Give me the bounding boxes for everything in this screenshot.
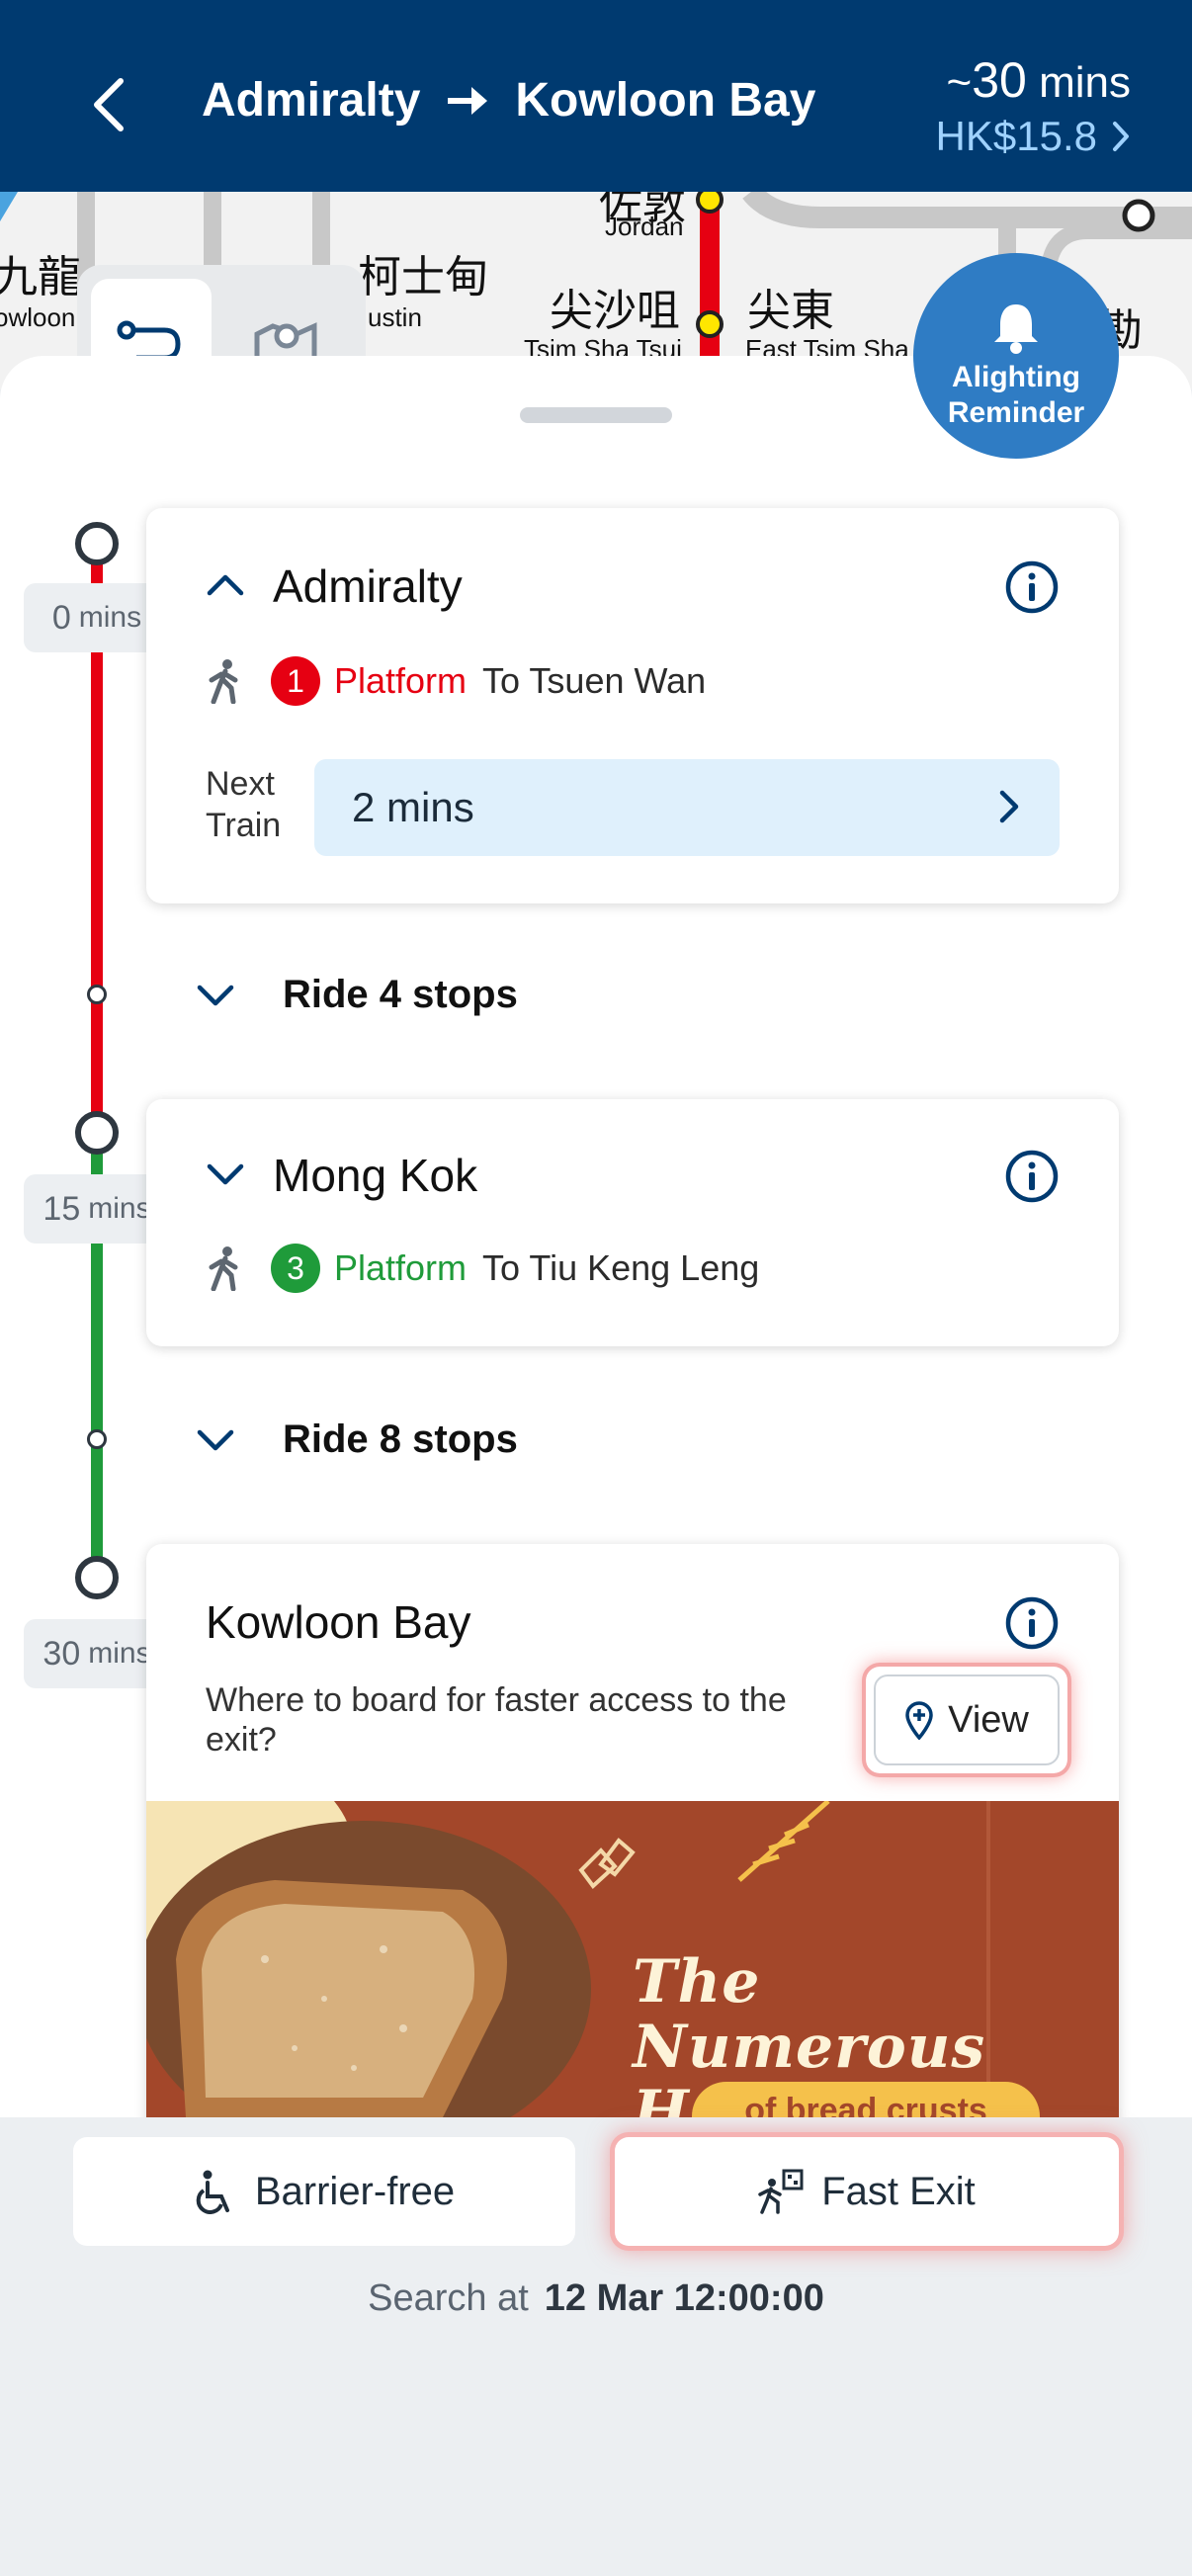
destination-station: Kowloon Bay (515, 74, 816, 127)
search-timestamp: Search at 12 Mar 12:00:00 (0, 2277, 1192, 2320)
ride-stops-toggle[interactable]: Ride 8 stops (196, 1417, 518, 1462)
platform-info: 1 Platform To Tsuen Wan (206, 656, 706, 706)
map-label-en: ustin (368, 302, 422, 332)
fast-exit-icon (758, 2169, 804, 2214)
ride-stops-label: Ride 8 stops (283, 1417, 518, 1461)
map-label-en: owloon (0, 302, 76, 332)
next-train-label: Next Train (206, 765, 282, 844)
wheelchair-icon (196, 2170, 229, 2214)
origin-station: Admiralty (202, 74, 421, 127)
chevron-right-icon (1113, 122, 1129, 151)
walking-person-icon (209, 659, 238, 704)
info-icon[interactable] (1004, 559, 1060, 615)
view-label: View (948, 1698, 1029, 1741)
map-label-cjk: 九龍 (0, 252, 81, 302)
bell-icon (994, 304, 1038, 354)
alighting-reminder-label: Alighting Reminder (947, 361, 1085, 429)
station-name: Admiralty (273, 560, 463, 612)
platform-number-badge: 3 (271, 1244, 320, 1293)
intermediate-stops-marker (87, 985, 107, 1004)
platform-number-badge: 1 (271, 656, 320, 706)
barrier-free-label: Barrier-free (254, 2169, 456, 2213)
station-name: Kowloon Bay (206, 1596, 471, 1648)
trip-summary[interactable]: ~30 mins HK$15.8 (936, 51, 1131, 160)
info-icon[interactable] (1004, 1149, 1060, 1204)
search-time: 12 Mar 12:00:00 (544, 2277, 824, 2319)
fast-exit-button[interactable]: Fast Exit (615, 2137, 1119, 2246)
direction-text: To Tiu Keng Leng (482, 1247, 760, 1288)
back-arrow-icon[interactable] (85, 75, 132, 134)
direction-text: To Tsuen Wan (482, 660, 707, 701)
alighting-reminder-button[interactable]: Alighting Reminder (913, 253, 1119, 459)
exit-question: Where to board for faster access to the … (206, 1681, 787, 1759)
station-card-admiralty: Admiralty 1 Platform To Tsuen Wan Next T… (146, 508, 1119, 903)
next-train-button[interactable]: 2 mins (314, 759, 1060, 856)
right-arrow-icon (448, 86, 488, 115)
chevron-down-icon (197, 1429, 234, 1450)
platform-info: 3 Platform To Tiu Keng Leng (206, 1244, 759, 1293)
ride-stops-toggle[interactable]: Ride 4 stops (196, 973, 518, 1017)
next-train-time: 2 mins (352, 784, 474, 830)
chevron-up-icon[interactable] (204, 569, 247, 599)
station-marker (75, 522, 119, 565)
map-label-cjk: 尖沙咀 (550, 286, 680, 336)
trip-duration: ~30 mins (946, 52, 1131, 108)
chevron-down-icon (197, 985, 234, 1005)
map-label-cjk: 柯士甸 (358, 252, 488, 302)
ride-stops-label: Ride 4 stops (283, 973, 518, 1016)
view-button[interactable]: View (874, 1674, 1060, 1765)
barrier-free-button[interactable]: Barrier-free (73, 2137, 575, 2246)
platform-label: Platform (334, 1247, 468, 1288)
search-label: Search at (368, 2277, 529, 2319)
info-icon[interactable] (1004, 1595, 1060, 1651)
journey-sheet: 0 mins 15 mins 30 mins Admiralty 1 Platform… (0, 356, 1192, 2117)
chevron-right-icon (999, 790, 1019, 823)
station-name: Mong Kok (273, 1150, 478, 1201)
station-card-mong-kok: Mong Kok 3 Platform To Tiu Keng Leng (146, 1099, 1119, 1346)
bottom-action-bar: Barrier-free Fast Exit Search at 12 Mar 1… (0, 2117, 1192, 2576)
intermediate-stops-marker (87, 1429, 107, 1449)
trip-fare[interactable]: HK$15.8 (936, 113, 1131, 160)
station-marker (75, 1111, 119, 1155)
fast-exit-label: Fast Exit (821, 2169, 976, 2213)
ad-banner[interactable]: The Numerous Health Benefits of bread cr… (146, 1801, 1119, 2117)
platform-label: Platform (334, 660, 468, 701)
map-label-en: Jordan (605, 212, 684, 241)
station-marker (75, 1556, 119, 1599)
view-button-highlight: View (866, 1667, 1067, 1773)
walking-person-icon (209, 1246, 238, 1291)
ad-subtitle: of bread crusts (692, 2082, 1040, 2117)
route-title: Admiralty Kowloon Bay (202, 73, 815, 128)
chevron-down-icon[interactable] (204, 1159, 247, 1188)
map-label-cjk: 尖東 (747, 286, 834, 336)
station-card-kowloon-bay: Kowloon Bay Where to board for faster ac… (146, 1544, 1119, 2117)
drag-handle[interactable] (520, 407, 672, 423)
map-pin-plus-icon (905, 1701, 933, 1740)
top-header: Admiralty Kowloon Bay ~30 mins HK$15.8 (0, 0, 1192, 192)
